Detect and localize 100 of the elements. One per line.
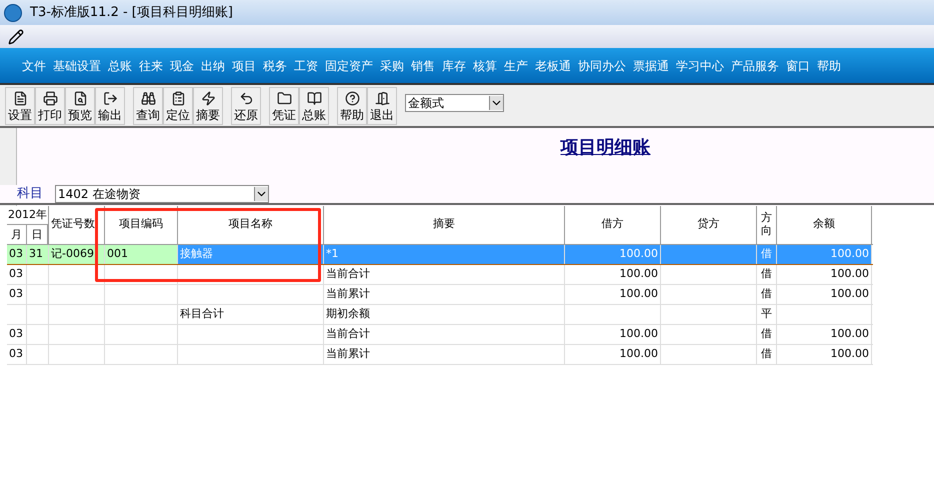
magnifier-document-icon [72,91,88,106]
column-header: 项目名称 [228,216,272,232]
menu-item[interactable]: 老板通 [535,56,571,74]
menu-item[interactable]: 学习中心 [676,56,724,74]
book-icon [306,91,322,106]
table-cell-text: 100.00 [618,346,658,362]
table-cell-text: 当前累计 [326,346,371,362]
table-cell-text: 平 [760,306,773,322]
subject-select[interactable]: 1402 在途物资 [55,185,269,203]
table-cell-text: 期初余额 [326,306,371,322]
toolbar-button[interactable]: 输出 [95,87,125,125]
column-header: 日 [26,225,48,244]
menu-item[interactable]: 工资 [294,56,318,74]
export-icon [102,91,118,106]
menu-item[interactable]: 库存 [442,56,466,74]
toolbar-button[interactable]: 总账 [299,87,329,125]
table-cell-text: 100.00 [618,246,658,262]
toolbar-button[interactable]: 定位 [163,87,193,125]
table-cell-text: 当前合计 [326,266,371,282]
column-header: 方向 [761,212,772,237]
undo-icon [238,91,254,106]
app-logo-icon [4,4,22,22]
table-row[interactable]: 03 当前累计 100.00 借 100.00 [7,285,873,305]
menu-item[interactable]: 协同办公 [578,56,626,74]
menu-item[interactable]: 产品服务 [731,56,779,74]
table-cell-text: 100.00 [830,326,869,342]
toolbar-button[interactable]: 查询 [133,87,163,125]
menu-item[interactable]: 现金 [170,56,194,74]
table-cell-text: 03 [9,326,24,342]
door-icon [374,91,390,106]
column-header: 贷方 [698,216,720,232]
table-cell-text: 03 [9,266,24,282]
table-row[interactable]: 03 当前累计 100.00 借 100.00 [7,345,873,365]
toolbar-button[interactable]: 预览 [65,87,95,125]
table-cell-text: 当前合计 [326,326,371,342]
table-cell-text: 100.00 [830,286,869,302]
table-cell-text: 31 [29,246,44,262]
table-cell-text: 借 [760,266,773,282]
binoculars-icon [140,91,156,106]
table-cell-text: 科目合计 [180,306,225,322]
table-cell-text: 借 [760,326,773,342]
menu-item[interactable]: 基础设置 [53,56,101,74]
menu-item[interactable]: 帮助 [817,56,841,74]
subject-label: 科目 [17,185,44,204]
table-cell-text: 100.00 [618,266,658,282]
printer-icon [42,91,58,106]
menu-item[interactable]: 项目 [232,56,256,74]
column-header: 月 [7,225,27,244]
lightning-icon [200,91,216,106]
clipboard-icon [170,91,186,106]
table-cell-text: *1 [326,246,340,262]
table-cell-text: 当前累计 [326,286,371,302]
menu-item[interactable]: 固定资产 [325,56,373,74]
table-row[interactable]: 科目合计 期初余额 平 [7,305,873,325]
table-cell-text: 100.00 [830,246,869,262]
table-cell-text: 001 [107,246,129,262]
table-row[interactable]: 03 31 记-0069 001 接触器 *1 100.00 借 100.00 [7,245,873,265]
table-cell-text: 记-0069 [51,246,95,262]
column-header: 余额 [813,216,835,232]
menu-item[interactable]: 文件 [22,56,46,74]
menu-item[interactable]: 往来 [139,56,163,74]
menu-item[interactable]: 核算 [473,56,497,74]
table-cell-text: 100.00 [830,346,869,362]
window-title: T3-标准版11.2 - [项目科目明细账] [30,4,233,22]
toolbar-button[interactable]: 摘要 [193,87,223,125]
menu-item[interactable]: 税务 [263,56,287,74]
toolbar-button[interactable]: 退出 [367,87,397,125]
help-icon [344,91,360,106]
table-cell-text: 03 [9,286,24,302]
pencil-icon[interactable] [8,28,24,44]
toolbar-button[interactable]: 帮助 [337,87,367,125]
menu-item[interactable]: 总账 [108,56,132,74]
document-icon [12,91,28,106]
menu-item[interactable]: 生产 [504,56,528,74]
menu-item[interactable]: 销售 [411,56,435,74]
report-title: 项目明细账 [560,136,650,160]
table-cell-text: 100.00 [830,266,869,282]
table-cell-text: 借 [760,286,773,302]
folder-icon [276,91,292,106]
toolbar-button[interactable]: 打印 [35,87,65,125]
format-select[interactable]: 金额式 [405,94,504,112]
table-cell-text: 借 [760,246,773,262]
menu-item[interactable]: 采购 [380,56,404,74]
menu-item[interactable]: 票据通 [633,56,669,74]
table-cell-text: 03 [9,346,24,362]
menu-item[interactable]: 出纳 [201,56,225,74]
table-cell-text: 借 [760,346,773,362]
toolbar-button[interactable]: 凭证 [269,87,299,125]
table-cell-text: 100.00 [618,286,658,302]
table-row[interactable]: 03 当前合计 100.00 借 100.00 [7,265,873,285]
column-header: 摘要 [433,216,455,232]
menu-item[interactable]: 窗口 [786,56,810,74]
table-cell-text: 100.00 [618,326,658,342]
column-group-header: 2012年 [7,205,48,225]
table-row[interactable]: 03 当前合计 100.00 借 100.00 [7,325,873,345]
toolbar-button[interactable]: 设置 [5,87,35,125]
column-header: 项目编码 [119,216,163,232]
column-header: 借方 [602,216,624,232]
toolbar-button[interactable]: 还原 [231,87,261,125]
column-header: 凭证号数 [51,216,95,232]
